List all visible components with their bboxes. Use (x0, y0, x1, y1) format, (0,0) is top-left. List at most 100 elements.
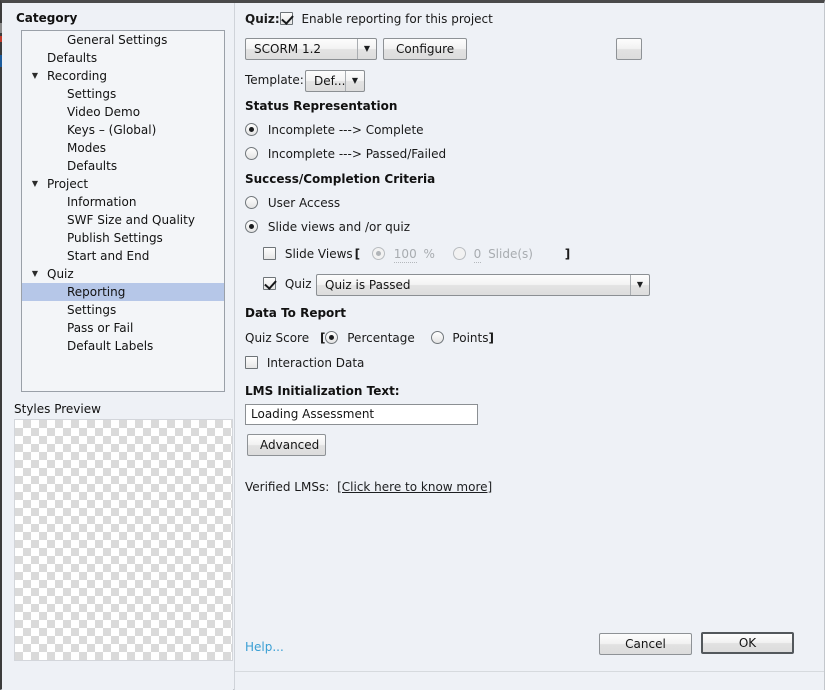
criteria-user-access-row[interactable]: User Access (245, 196, 340, 210)
sidebar-item-label: Defaults (47, 51, 98, 65)
sidebar-item-general-settings[interactable]: General Settings (22, 31, 224, 49)
sidebar-item-information[interactable]: Information (22, 193, 224, 211)
ok-button[interactable]: OK (701, 632, 794, 654)
sidebar-item-defaults[interactable]: Defaults (22, 157, 224, 175)
sidebar-item-recording[interactable]: ▼ Recording (22, 67, 224, 85)
slide-count-unit: Slide(s) (488, 247, 533, 261)
verified-lms-row: Verified LMSs: [Click here to know more] (245, 480, 492, 494)
slide-views-label: Slide Views (284, 247, 353, 261)
quiz-condition-combo[interactable]: Quiz is Passed ▼ (316, 274, 650, 296)
criteria-user-access-label: User Access (267, 196, 341, 210)
quiz-criteria-label: Quiz (284, 277, 312, 291)
sidebar-item-defaults[interactable]: Defaults (22, 49, 224, 67)
sidebar-item-label: Recording (47, 69, 108, 83)
sidebar-item-label: Default Labels (67, 339, 154, 353)
enable-reporting-checkbox[interactable] (279, 12, 293, 25)
sidebar-item-label: Modes (67, 141, 106, 155)
lms-standard-value: SCORM 1.2 (254, 42, 322, 56)
styles-preview-heading: Styles Preview (14, 402, 101, 416)
criteria-slide-views-quiz-row[interactable]: Slide views and /or quiz (245, 220, 410, 234)
slide-count-value[interactable]: 0 (473, 247, 482, 263)
sidebar-item-project[interactable]: ▼ Project (22, 175, 224, 193)
sidebar-item-label: Project (47, 177, 89, 191)
slide-views-row: Slide Views[ 100 % 0 Slide(s) ] (263, 247, 571, 263)
sidebar-item-settings[interactable]: Settings (22, 301, 224, 319)
quiz-score-points-radio[interactable] (430, 331, 444, 344)
preferences-dialog: Category General Settings Defaults ▼ Record… (0, 0, 825, 690)
verified-lms-label: Verified LMSs: (245, 480, 330, 494)
bracket-close: ] (564, 247, 571, 261)
slide-percent-radio[interactable] (371, 247, 385, 260)
sidebar-item-label: Pass or Fail (67, 321, 134, 335)
criteria-slide-views-quiz-label: Slide views and /or quiz (267, 220, 411, 234)
sidebar-item-label: Reporting (67, 285, 126, 299)
sidebar-item-settings[interactable]: Settings (22, 85, 224, 103)
cancel-button[interactable]: Cancel (599, 633, 692, 655)
sidebar-item-publish-settings[interactable]: Publish Settings (22, 229, 224, 247)
status-option-passedfailed-row[interactable]: Incomplete ---> Passed/Failed (245, 147, 446, 161)
verified-lms-link[interactable]: [Click here to know more] (337, 480, 492, 494)
quiz-label: Quiz: (245, 12, 280, 26)
status-option-complete-row[interactable]: Incomplete ---> Complete (245, 123, 424, 137)
slide-percent-value[interactable]: 100 (393, 247, 417, 263)
chevron-down-icon[interactable]: ▼ (29, 265, 41, 283)
lms-init-input[interactable]: Loading Assessment (245, 404, 478, 425)
status-option-passedfailed-radio[interactable] (245, 147, 258, 160)
interaction-data-row: Interaction Data (245, 356, 364, 370)
quiz-score-points-label: Points (452, 331, 489, 345)
quiz-criteria-row: Quiz (263, 277, 312, 291)
sidebar-item-label: Start and End (67, 249, 150, 263)
criteria-slide-views-quiz-radio[interactable] (245, 220, 258, 233)
status-option-complete-radio[interactable] (245, 123, 258, 136)
slide-count-radio[interactable] (452, 247, 466, 260)
sidebar-item-label: Information (67, 195, 137, 209)
interaction-data-label: Interaction Data (266, 356, 365, 370)
sidebar-item-modes[interactable]: Modes (22, 139, 224, 157)
interaction-data-checkbox[interactable] (245, 356, 258, 369)
configure-button[interactable]: Configure (383, 38, 467, 60)
quiz-score-percentage-label: Percentage (347, 331, 415, 345)
template-row: Template: (245, 73, 304, 87)
slide-percent-unit: % (423, 247, 435, 261)
sidebar-item-keys-global[interactable]: Keys – (Global) (22, 121, 224, 139)
data-to-report-title: Data To Report (245, 306, 346, 320)
category-panel: Category General Settings Defaults ▼ Record… (2, 3, 233, 690)
sidebar-item-quiz[interactable]: ▼ Quiz (22, 265, 224, 283)
slide-views-checkbox[interactable] (263, 247, 276, 260)
enable-reporting-row: Quiz: Enable reporting for this project (245, 12, 493, 26)
template-value: Def... (314, 74, 346, 88)
styles-preview-canvas (14, 419, 233, 661)
quiz-score-label: Quiz Score (245, 331, 310, 345)
sidebar-item-swf-size-and-quality[interactable]: SWF Size and Quality (22, 211, 224, 229)
sidebar-item-pass-or-fail[interactable]: Pass or Fail (22, 319, 224, 337)
sidebar-item-label: Publish Settings (67, 231, 163, 245)
sidebar-item-reporting[interactable]: Reporting (22, 283, 224, 301)
help-link[interactable]: Help... (245, 640, 284, 654)
sidebar-item-start-and-end[interactable]: Start and End (22, 247, 224, 265)
chevron-down-icon: ▼ (345, 71, 364, 91)
chevron-down-icon[interactable]: ▼ (29, 175, 41, 193)
success-criteria-title: Success/Completion Criteria (245, 172, 436, 186)
chevron-down-icon: ▼ (630, 275, 649, 295)
reporting-settings-panel: Quiz: Enable reporting for this project … (235, 3, 824, 690)
bracket-open: [ (354, 247, 361, 261)
category-tree[interactable]: General Settings Defaults ▼ Recording Settin… (21, 30, 225, 392)
lms-init-title: LMS Initialization Text: (245, 384, 400, 398)
sidebar-item-video-demo[interactable]: Video Demo (22, 103, 224, 121)
enable-reporting-label: Enable reporting for this project (301, 12, 493, 26)
status-option-complete-label: Incomplete ---> Complete (267, 123, 424, 137)
advanced-button[interactable]: Advanced (247, 434, 326, 456)
criteria-user-access-radio[interactable] (245, 196, 258, 209)
quiz-score-percentage-radio[interactable] (325, 331, 339, 344)
template-label: Template: (245, 73, 304, 87)
lms-standard-combo[interactable]: SCORM 1.2 ▼ (245, 38, 377, 60)
sidebar-item-default-labels[interactable]: Default Labels (22, 337, 224, 355)
category-heading: Category (16, 11, 78, 25)
status-option-passedfailed-label: Incomplete ---> Passed/Failed (267, 147, 447, 161)
sidebar-item-label: Quiz (47, 267, 74, 281)
template-combo[interactable]: Def... ▼ (305, 70, 365, 92)
sidebar-item-label: Defaults (67, 159, 118, 173)
sidebar-item-label: Video Demo (67, 105, 141, 119)
chevron-down-icon[interactable]: ▼ (29, 67, 41, 85)
quiz-criteria-checkbox[interactable] (263, 277, 276, 290)
